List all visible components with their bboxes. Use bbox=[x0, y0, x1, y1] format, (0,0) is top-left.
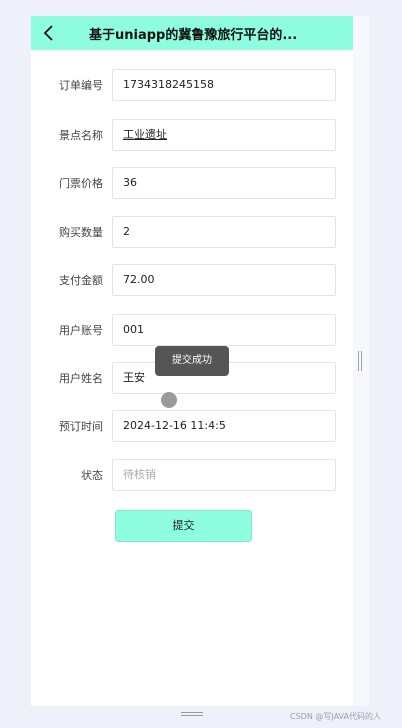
payment-amount-input[interactable]: 72.00 bbox=[112, 264, 336, 296]
nav-bar: 基于uniapp的冀鲁豫旅行平台的... bbox=[31, 16, 353, 50]
form-row-user-account: 用户账号 001 bbox=[31, 314, 353, 348]
home-indicator[interactable] bbox=[181, 712, 203, 716]
form-row-quantity: 购买数量 2 bbox=[31, 216, 353, 250]
form-row-order-number: 订单编号 1734318245158 bbox=[31, 69, 353, 103]
form-row-payment-amount: 支付金额 72.00 bbox=[31, 264, 353, 298]
booking-time-input[interactable]: 2024-12-16 11:4:5 bbox=[112, 410, 336, 442]
watermark: CSDN @写JAVA代码的人 bbox=[290, 712, 381, 721]
status-input[interactable]: 待核销 bbox=[112, 459, 336, 491]
form-row-attraction-name: 景点名称 工业遗址 bbox=[31, 119, 353, 153]
attraction-name-input[interactable]: 工业遗址 bbox=[112, 119, 336, 151]
field-label: 用户姓名 bbox=[59, 372, 103, 385]
submit-button[interactable]: 提交 bbox=[115, 510, 252, 542]
field-label: 预订时间 bbox=[59, 420, 103, 433]
chevron-left-icon[interactable] bbox=[43, 24, 55, 42]
touch-cursor-indicator bbox=[161, 392, 177, 408]
field-label: 状态 bbox=[81, 469, 103, 482]
resize-handle[interactable] bbox=[358, 351, 362, 371]
attraction-name-value: 工业遗址 bbox=[123, 128, 167, 141]
field-label: 门票价格 bbox=[59, 177, 103, 190]
form-row-ticket-price: 门票价格 36 bbox=[31, 167, 353, 201]
quantity-input[interactable]: 2 bbox=[112, 216, 336, 248]
field-label: 订单编号 bbox=[59, 79, 103, 92]
page-title: 基于uniapp的冀鲁豫旅行平台的... bbox=[89, 28, 298, 43]
field-label: 支付金额 bbox=[59, 274, 103, 287]
form-row-status: 状态 待核销 bbox=[31, 459, 353, 493]
form-row-booking-time: 预订时间 2024-12-16 11:4:5 bbox=[31, 410, 353, 444]
success-toast: 提交成功 bbox=[155, 346, 229, 376]
field-label: 用户账号 bbox=[59, 324, 103, 337]
ticket-price-input[interactable]: 36 bbox=[112, 167, 336, 199]
phone-screen: 基于uniapp的冀鲁豫旅行平台的... 订单编号 1734318245158 … bbox=[31, 16, 353, 706]
user-account-input[interactable]: 001 bbox=[112, 314, 336, 346]
field-label: 景点名称 bbox=[59, 129, 103, 142]
order-number-input[interactable]: 1734318245158 bbox=[112, 69, 336, 101]
field-label: 购买数量 bbox=[59, 226, 103, 239]
